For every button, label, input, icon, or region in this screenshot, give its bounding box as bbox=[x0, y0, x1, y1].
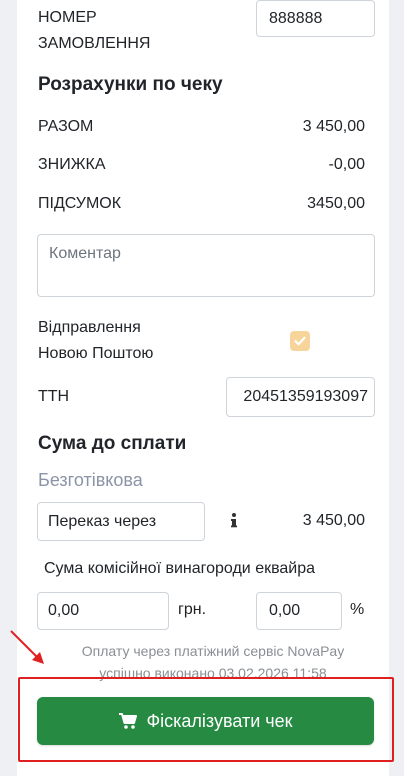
annotation-arrow-icon bbox=[10, 630, 44, 664]
total-value: 3 450,00 bbox=[302, 118, 365, 135]
subtotal-label: ПІДСУМОК bbox=[38, 195, 122, 212]
info-icon[interactable] bbox=[229, 511, 239, 529]
comment-textarea[interactable]: Коментар bbox=[37, 234, 375, 297]
subtotal-value: 3450,00 bbox=[307, 195, 365, 212]
commission-label: Сума комісійної винагороди еквайра bbox=[44, 560, 316, 577]
fiscalize-button-label: Фіскалізувати чек bbox=[146, 710, 293, 731]
commission-pct-input[interactable]: 0,00 bbox=[256, 592, 342, 630]
discount-value: -0,00 bbox=[328, 156, 365, 173]
payment-method: Безготівкова bbox=[38, 470, 143, 490]
total-label: РАЗОМ bbox=[38, 118, 94, 135]
order-number-input[interactable]: 888888 bbox=[256, 0, 375, 37]
payment-amount: 3 450,00 bbox=[302, 512, 365, 529]
payment-heading: Сума до сплати bbox=[38, 433, 187, 454]
receipt-heading: Розрахунки по чеку bbox=[38, 74, 223, 95]
cart-icon bbox=[119, 713, 138, 729]
nova-poshta-label: Відправлення Новою Поштою bbox=[38, 319, 154, 362]
comment-placeholder: Коментар bbox=[49, 245, 121, 262]
transfer-select[interactable]: Переказ через bbox=[37, 502, 205, 541]
commission-pct-unit: % bbox=[350, 601, 365, 618]
order-number-label: НОМЕР ЗАМОВЛЕННЯ bbox=[38, 9, 151, 52]
fiscalize-receipt-button[interactable]: Фіскалізувати чек bbox=[37, 697, 374, 745]
ttn-label: ТТН bbox=[38, 388, 70, 405]
nova-poshta-checkbox[interactable] bbox=[290, 331, 310, 351]
checkmark-icon bbox=[294, 336, 306, 346]
discount-label: ЗНИЖКА bbox=[38, 156, 106, 173]
commission-uah-input[interactable]: 0,00 bbox=[37, 592, 169, 630]
ttn-input[interactable]: 20451359193097 bbox=[226, 377, 375, 417]
commission-uah-unit: грн. bbox=[178, 601, 207, 618]
